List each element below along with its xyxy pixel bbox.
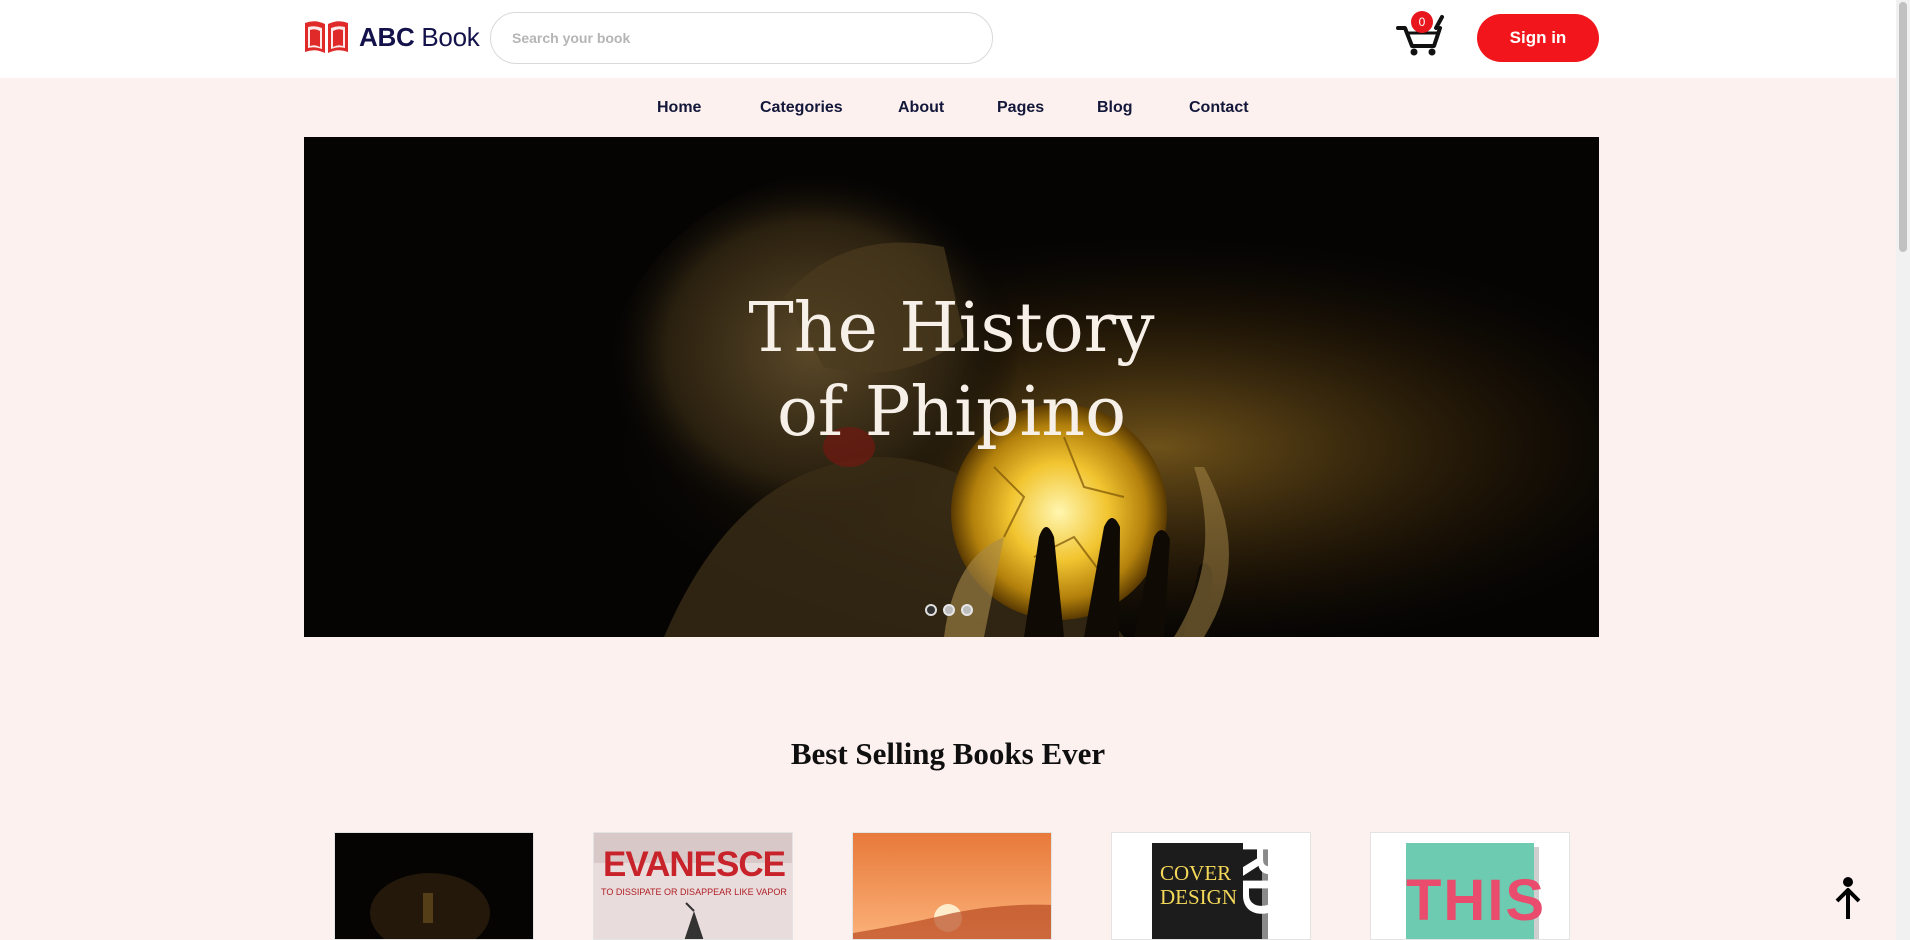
search-input[interactable]	[491, 13, 992, 63]
nav-item-blog[interactable]: Blog	[1097, 90, 1133, 126]
logo-text: ABC Book	[359, 21, 480, 52]
book-card[interactable]: EVANESCE TO DISSIPATE OR DISAPPEAR LIKE …	[593, 832, 793, 940]
carousel-dot-2[interactable]	[943, 604, 955, 616]
open-book-icon	[305, 21, 348, 53]
book-cover-title: COVER DESIGN	[1160, 861, 1237, 909]
cart-button[interactable]: 0	[1396, 11, 1446, 57]
book-card[interactable]	[852, 832, 1052, 940]
site-logo[interactable]: ABC Book	[303, 17, 480, 57]
carousel-indicators	[925, 604, 973, 616]
nav-item-pages[interactable]: Pages	[997, 90, 1044, 126]
book-cover-image	[335, 833, 533, 939]
nav-item-about[interactable]: About	[898, 90, 944, 126]
hero-carousel: The History of Phipino	[304, 137, 1599, 637]
book-card[interactable]: THIS	[1370, 832, 1570, 940]
nav-item-home[interactable]: Home	[657, 90, 701, 126]
book-cover-title: THIS	[1406, 868, 1547, 933]
back-to-top-button[interactable]	[1832, 875, 1864, 923]
main-nav: Home Categories About Pages Blog Contact	[0, 90, 1896, 126]
arrow-up-icon	[1835, 877, 1861, 919]
book-cover-image	[853, 833, 1051, 939]
sign-in-button[interactable]: Sign in	[1477, 14, 1599, 62]
page-scrollbar[interactable]	[1896, 0, 1910, 940]
hero-title: The History of Phipino	[748, 289, 1155, 452]
site-header: ABC Book 0 Sign in	[0, 0, 1896, 78]
nav-item-categories[interactable]: Categories	[760, 90, 843, 126]
carousel-dot-3[interactable]	[961, 604, 973, 616]
nav-item-contact[interactable]: Contact	[1189, 90, 1249, 126]
scrollbar-thumb[interactable]	[1899, 2, 1907, 252]
book-cover-side-text: RD	[1231, 838, 1291, 916]
cart-count-badge: 0	[1411, 11, 1433, 33]
search-box	[490, 12, 993, 64]
carousel-dot-1[interactable]	[925, 604, 937, 616]
book-card[interactable]: COVER DESIGN RD	[1111, 832, 1311, 940]
book-card[interactable]	[334, 832, 534, 940]
book-cover-title: EVANESCE	[603, 845, 786, 884]
section-title: Best Selling Books Ever	[790, 736, 1106, 771]
book-cover-subtitle: TO DISSIPATE OR DISAPPEAR LIKE VAPOR	[601, 887, 787, 897]
